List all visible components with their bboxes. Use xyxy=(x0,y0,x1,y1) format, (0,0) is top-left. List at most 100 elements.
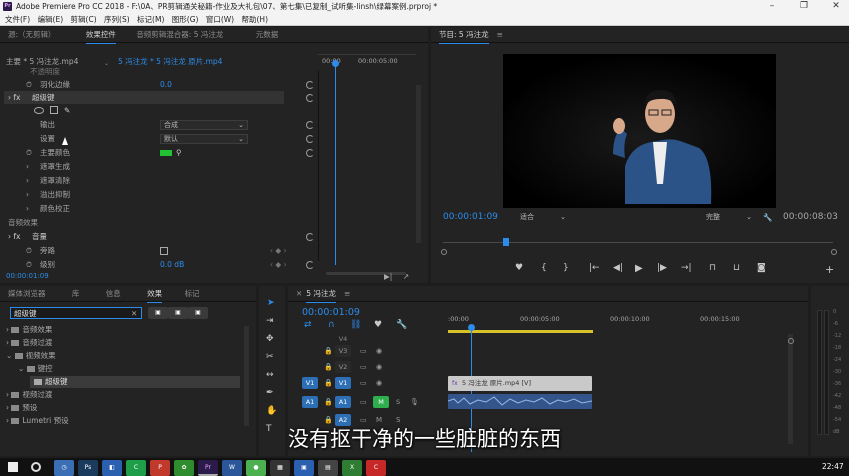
linked-selection-icon[interactable]: ⛓ xyxy=(350,320,361,330)
hamburger-icon[interactable]: ≡ xyxy=(497,27,503,43)
cortana-icon[interactable] xyxy=(31,462,41,472)
play-only-audio-icon[interactable]: ▶| xyxy=(384,270,392,283)
program-timecode[interactable]: 00:00:01:09 xyxy=(443,211,498,224)
powerpoint-taskbar-icon[interactable]: P xyxy=(150,460,170,476)
windows-start-icon[interactable] xyxy=(8,462,18,472)
audio-clip[interactable] xyxy=(448,394,592,409)
eye-icon[interactable]: ◉ xyxy=(376,363,382,371)
mark-in-icon[interactable]: { xyxy=(541,263,547,273)
source-v1-patch[interactable]: V1 xyxy=(302,377,318,389)
taskbar-app-icon[interactable]: ▣ xyxy=(294,460,314,476)
razor-tool-icon[interactable]: ✂ xyxy=(266,352,274,362)
dropdown-chevron-icon[interactable]: ⌄ xyxy=(104,60,109,67)
track-v2-label[interactable]: V2 xyxy=(335,361,351,373)
stopwatch-icon[interactable]: ⏱ xyxy=(26,146,32,159)
quality-select[interactable]: 完整 ⌄ xyxy=(703,213,755,223)
feather-value[interactable]: 0.0 xyxy=(160,78,172,91)
matte-cleanup-label[interactable]: 遮罩清除 xyxy=(40,174,70,187)
ec-scrollbar[interactable] xyxy=(416,85,421,243)
tree-keying[interactable]: ⌄ 键控 xyxy=(18,363,53,375)
export-frame-camera-icon[interactable]: ◙ xyxy=(757,263,766,273)
solo-a1-button[interactable]: S xyxy=(396,398,400,406)
tab-source[interactable]: 源:（无剪辑） xyxy=(8,27,56,43)
play-button[interactable]: ▶ xyxy=(635,263,643,274)
photoshop-taskbar-icon[interactable]: Ps xyxy=(78,460,98,476)
tree-video-transitions[interactable]: › 视频过渡 xyxy=(6,389,52,401)
menu-marker[interactable]: 标记(M) xyxy=(137,13,164,26)
menu-help[interactable]: 帮助(H) xyxy=(242,13,269,26)
sync-lock-icon[interactable]: ▭ xyxy=(360,416,367,424)
voiceover-icon[interactable]: 🎙 xyxy=(410,398,419,406)
menu-file[interactable]: 文件(F) xyxy=(5,13,30,26)
sync-lock-icon[interactable]: ▭ xyxy=(360,347,367,355)
vertical-zoom-handle[interactable] xyxy=(788,338,794,344)
effects-scrollbar[interactable] xyxy=(244,326,249,426)
button-editor-plus-icon[interactable]: + xyxy=(825,263,834,276)
lock-icon[interactable]: 🔒 xyxy=(324,363,333,371)
extract-icon[interactable]: ⊔ xyxy=(733,263,740,273)
reset-icon[interactable] xyxy=(306,149,314,157)
mark-out-icon[interactable]: } xyxy=(563,263,569,273)
go-to-out-icon[interactable]: →| xyxy=(681,263,692,273)
program-playhead[interactable] xyxy=(503,238,509,246)
menu-sequence[interactable]: 序列(S) xyxy=(104,13,130,26)
taskbar-clock[interactable]: 22:47 xyxy=(822,460,844,473)
timeline-settings-icon[interactable]: 🔧 xyxy=(396,320,407,330)
taskbar-app-icon[interactable]: ▦ xyxy=(270,460,290,476)
spill-suppression-label[interactable]: 溢出抑制 xyxy=(40,188,70,201)
step-back-icon[interactable]: ◀| xyxy=(613,263,623,273)
reset-icon[interactable] xyxy=(306,135,314,143)
track-a2-label[interactable]: A2 xyxy=(335,414,351,426)
timeline-sequence-tab[interactable]: 5 冯注龙 xyxy=(306,286,336,303)
export-frame-icon[interactable]: ↗ xyxy=(403,270,409,283)
reset-icon[interactable] xyxy=(306,261,314,269)
timeline-close-icon[interactable]: ✕ xyxy=(296,286,302,302)
tab-markers[interactable]: 标记 xyxy=(185,286,200,302)
keyframe-nav-icon[interactable]: ‹ ◆ › xyxy=(270,244,287,257)
slip-tool-icon[interactable]: ↔ xyxy=(266,370,274,380)
taskbar-app-icon[interactable]: ◧ xyxy=(102,460,122,476)
hand-tool-icon[interactable]: ✋ xyxy=(266,406,277,416)
word-taskbar-icon[interactable]: W xyxy=(222,460,242,476)
tab-effect-controls[interactable]: 效果控件 xyxy=(85,27,116,44)
ripple-edit-tool-icon[interactable]: ✥ xyxy=(266,334,274,344)
taskbar-app-icon[interactable]: ● xyxy=(246,460,266,476)
video-clip[interactable]: fx 5 冯注龙 原片.mp4 [V] xyxy=(448,376,592,391)
tab-media-browser[interactable]: 媒体浏览器 xyxy=(8,286,46,302)
lock-icon[interactable]: 🔒 xyxy=(324,347,333,355)
track-v4-label[interactable]: V4 xyxy=(335,334,351,344)
eye-icon[interactable]: ◉ xyxy=(376,379,382,387)
reset-icon[interactable] xyxy=(306,81,314,89)
tree-ultra-key[interactable]: 超级键 xyxy=(34,376,68,388)
reset-icon[interactable] xyxy=(306,121,314,129)
level-value[interactable]: 0.0 dB xyxy=(160,258,184,271)
selection-tool-icon[interactable]: ➤ xyxy=(267,298,275,308)
sync-lock-icon[interactable]: ▭ xyxy=(360,363,367,371)
zoom-handle-left[interactable] xyxy=(441,249,447,255)
ec-timecode[interactable]: 00:00:01:09 xyxy=(6,270,49,283)
taskbar-app-icon[interactable]: C xyxy=(366,460,386,476)
zoom-handle-right[interactable] xyxy=(831,249,837,255)
setting-select[interactable]: 默认 ⌄ xyxy=(160,134,248,144)
maximize-button[interactable]: ❐ xyxy=(792,0,816,13)
add-marker-icon[interactable]: ♥ xyxy=(374,320,382,330)
premiere-taskbar-icon[interactable]: Pr xyxy=(198,460,218,476)
go-to-in-icon[interactable]: |← xyxy=(589,263,600,273)
pen-tool-icon[interactable]: ✒ xyxy=(266,388,274,398)
menu-graphics[interactable]: 图形(G) xyxy=(172,13,199,26)
pen-mask-icon[interactable]: ✎ xyxy=(64,104,70,117)
tab-library[interactable]: 库 xyxy=(72,286,80,302)
source-a1-patch[interactable]: A1 xyxy=(302,396,318,408)
yuv-filter-icon[interactable]: ▣ xyxy=(188,307,208,319)
32bit-filter-icon[interactable]: ▣ xyxy=(168,307,188,319)
lift-icon[interactable]: ⊓ xyxy=(709,263,716,273)
key-color-swatch[interactable] xyxy=(160,150,172,156)
track-a1-label[interactable]: A1 xyxy=(335,396,351,408)
menu-clip[interactable]: 剪辑(C) xyxy=(71,13,97,26)
tree-presets[interactable]: › 预设 xyxy=(6,402,37,414)
sync-lock-icon[interactable]: ▭ xyxy=(360,379,367,387)
hamburger-icon[interactable]: ≡ xyxy=(344,286,350,302)
program-scrubber[interactable] xyxy=(443,242,833,243)
taskbar-app-icon[interactable]: ◷ xyxy=(54,460,74,476)
expand-arrow-icon[interactable]: › xyxy=(26,202,29,215)
